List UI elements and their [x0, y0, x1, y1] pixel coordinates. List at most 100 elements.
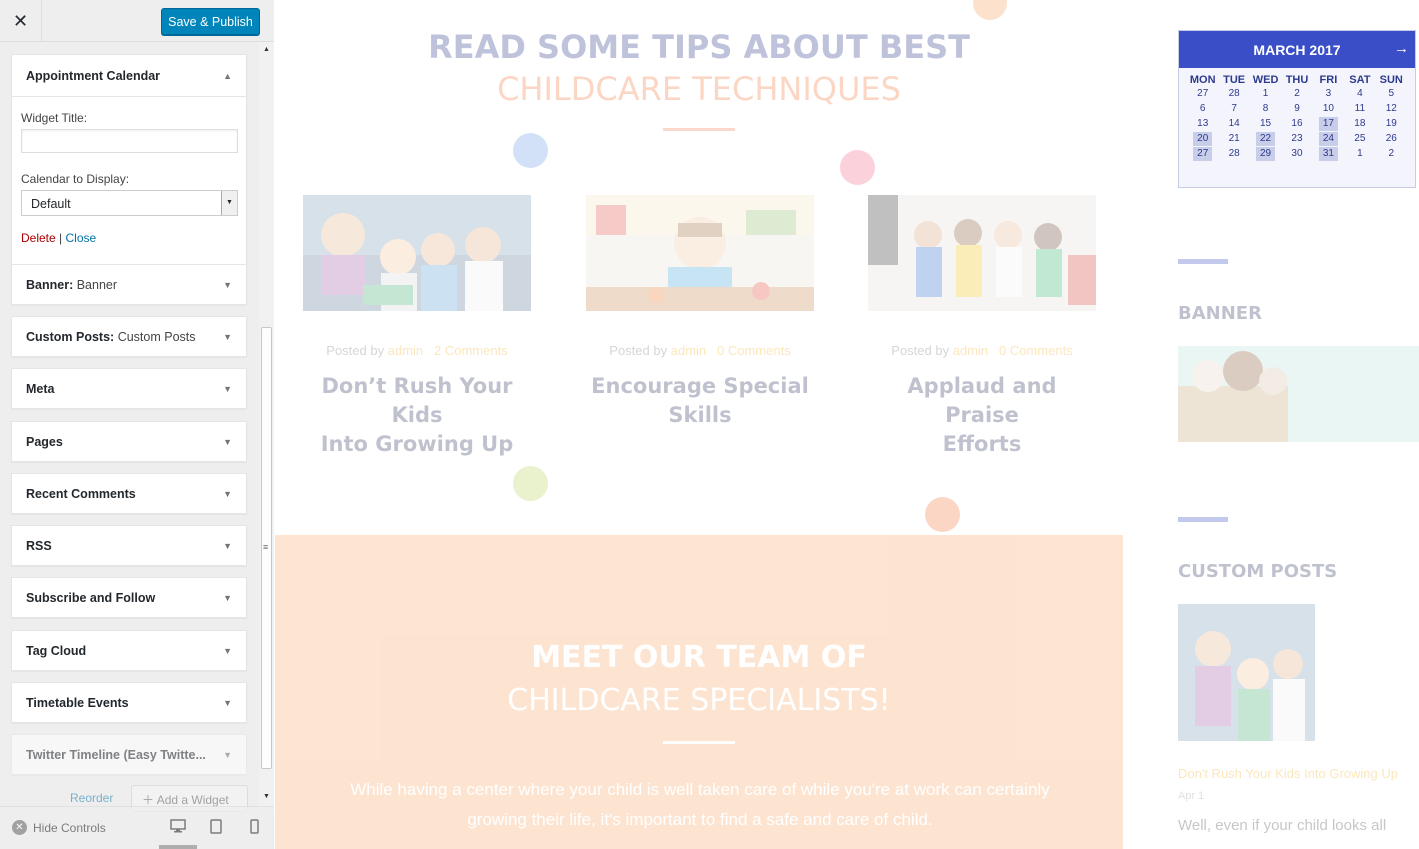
caret-down-icon[interactable]: ▼ — [223, 384, 232, 394]
hide-controls-button[interactable]: ✕ Hide Controls — [12, 820, 106, 835]
post-comments-link[interactable]: 2 Comments — [434, 343, 508, 358]
post-image[interactable] — [586, 195, 814, 311]
calendar-day[interactable]: 17 — [1318, 117, 1339, 131]
calendar-day[interactable]: 13 — [1187, 117, 1218, 131]
widget-meta[interactable]: Meta ▼ — [11, 368, 247, 409]
customizer-sidebar: ✕ Save & Publish Appointment Calendar ▲ … — [0, 0, 274, 849]
calendar-day[interactable]: 27 — [1187, 87, 1218, 101]
team-heading-line1: MEET OUR TEAM OF — [531, 640, 867, 675]
delete-link[interactable]: Delete — [21, 231, 56, 245]
calendar-day[interactable]: 7 — [1218, 102, 1249, 116]
calendar-day[interactable]: 12 — [1376, 102, 1407, 116]
calendar-day[interactable]: 26 — [1376, 132, 1407, 146]
calendar-select[interactable]: Default ▼ — [21, 190, 238, 216]
desktop-preview-icon[interactable] — [170, 819, 186, 836]
calendar-day[interactable]: 15 — [1250, 117, 1281, 131]
calendar-day[interactable]: 11 — [1344, 102, 1375, 116]
widget-tag-cloud[interactable]: Tag Cloud ▼ — [11, 630, 247, 671]
post-author-link[interactable]: admin — [671, 343, 706, 358]
widget-title: Meta — [26, 381, 55, 396]
caret-down-icon[interactable]: ▼ — [223, 698, 232, 708]
calendar-day[interactable]: 30 — [1281, 147, 1312, 161]
post-author-link[interactable]: admin — [953, 343, 988, 358]
calendar-day[interactable]: 6 — [1187, 102, 1218, 116]
post-image[interactable] — [303, 195, 531, 311]
calendar-day[interactable]: 28 — [1218, 87, 1249, 101]
calendar-day[interactable]: 1 — [1250, 87, 1281, 101]
calendar-day[interactable]: 29 — [1255, 147, 1276, 161]
scroll-up-icon[interactable]: ▲ — [261, 45, 272, 55]
calendar-day[interactable]: 24 — [1318, 132, 1339, 146]
calendar-day[interactable]: 4 — [1344, 87, 1375, 101]
next-month-icon[interactable]: → — [1394, 40, 1409, 57]
widget-header[interactable]: Appointment Calendar ▲ — [12, 55, 246, 97]
calendar-day[interactable]: 2 — [1281, 87, 1312, 101]
calendar-day[interactable]: 2 — [1376, 147, 1407, 161]
post-title[interactable]: Don’t Rush Your Kids Into Growing Up — [303, 372, 531, 459]
widget-subtitle: Custom Posts — [117, 329, 196, 344]
post-posted-by: Posted by — [326, 343, 385, 358]
chevron-down-icon[interactable]: ▼ — [221, 191, 237, 215]
widget-pages[interactable]: Pages ▼ — [11, 421, 247, 462]
caret-down-icon[interactable]: ▼ — [223, 750, 232, 760]
calendar-day[interactable]: 25 — [1344, 132, 1375, 146]
widget-rss[interactable]: RSS ▼ — [11, 525, 247, 566]
calendar-day[interactable]: 5 — [1376, 87, 1407, 101]
caret-down-icon[interactable]: ▼ — [223, 332, 232, 342]
widget-twitter-timeline[interactable]: Twitter Timeline (Easy Twitte... ▼ — [11, 734, 247, 775]
calendar-day[interactable]: 21 — [1218, 132, 1249, 146]
widget-title-input[interactable] — [21, 129, 238, 153]
post-title-line1: Applaud and Praise — [907, 374, 1057, 427]
calendar-day[interactable]: 3 — [1313, 87, 1344, 101]
custom-post-date: Apr 1 — [1178, 790, 1205, 802]
caret-down-icon[interactable]: ▼ — [223, 280, 232, 290]
post-title[interactable]: Encourage Special Skills — [586, 372, 814, 430]
reorder-link[interactable]: Reorder — [70, 791, 113, 805]
calendar-day[interactable]: 14 — [1218, 117, 1249, 131]
calendar-day[interactable]: 19 — [1376, 117, 1407, 131]
calendar-day[interactable]: 28 — [1218, 147, 1249, 161]
scroll-down-icon[interactable]: ▼ — [261, 792, 272, 802]
caret-down-icon[interactable]: ▼ — [223, 646, 232, 656]
calendar-day[interactable]: 9 — [1281, 102, 1312, 116]
calendar-day[interactable]: 23 — [1281, 132, 1312, 146]
widget-recent-comments[interactable]: Recent Comments ▼ — [11, 473, 247, 514]
calendar-day[interactable]: 1 — [1344, 147, 1375, 161]
post-title-line2: Into Growing Up — [320, 432, 514, 456]
widget-timetable-events[interactable]: Timetable Events ▼ — [11, 682, 247, 723]
post-image[interactable] — [868, 195, 1096, 311]
custom-post-link[interactable]: Don't Rush Your Kids Into Growing Up — [1178, 766, 1398, 781]
post-comments-link[interactable]: 0 Comments — [999, 343, 1073, 358]
caret-up-icon[interactable]: ▲ — [223, 71, 232, 81]
widget-custom-posts[interactable]: Custom Posts: Custom Posts ▼ — [11, 316, 247, 357]
calendar-day[interactable]: 22 — [1255, 132, 1276, 146]
custom-post-image[interactable] — [1178, 604, 1315, 741]
mobile-preview-icon[interactable] — [250, 819, 259, 837]
close-link[interactable]: Close — [66, 231, 97, 245]
post-title[interactable]: Applaud and Praise Efforts — [868, 372, 1096, 459]
widget-banner[interactable]: Banner: Banner ▼ — [11, 264, 247, 305]
tablet-preview-icon[interactable] — [210, 819, 222, 837]
post-author-link[interactable]: admin — [388, 343, 423, 358]
calendar-day[interactable]: 31 — [1318, 147, 1339, 161]
sidebar-scrollbar[interactable]: ▲ ≡ ▼ — [259, 42, 274, 812]
calendar-day[interactable]: 10 — [1313, 102, 1344, 116]
close-customizer-icon[interactable]: ✕ — [0, 0, 42, 42]
calendar-day[interactable]: 18 — [1344, 117, 1375, 131]
save-publish-button[interactable]: Save & Publish — [161, 8, 260, 35]
widget-subscribe-follow[interactable]: Subscribe and Follow ▼ — [11, 577, 247, 618]
calendar-day[interactable]: 16 — [1281, 117, 1312, 131]
post-meta: Posted by admin 0 Comments — [868, 343, 1096, 358]
caret-down-icon[interactable]: ▼ — [223, 541, 232, 551]
decor-dot — [513, 133, 548, 168]
calendar-day[interactable]: 20 — [1193, 132, 1213, 146]
banner-image[interactable] — [1178, 346, 1419, 442]
caret-down-icon[interactable]: ▼ — [223, 489, 232, 499]
calendar-day[interactable]: 8 — [1250, 102, 1281, 116]
post-comments-link[interactable]: 0 Comments — [717, 343, 791, 358]
caret-down-icon[interactable]: ▼ — [223, 437, 232, 447]
decor-dot — [513, 466, 548, 501]
caret-down-icon[interactable]: ▼ — [223, 593, 232, 603]
widget-title: Pages — [26, 434, 63, 449]
calendar-day[interactable]: 27 — [1193, 147, 1213, 161]
